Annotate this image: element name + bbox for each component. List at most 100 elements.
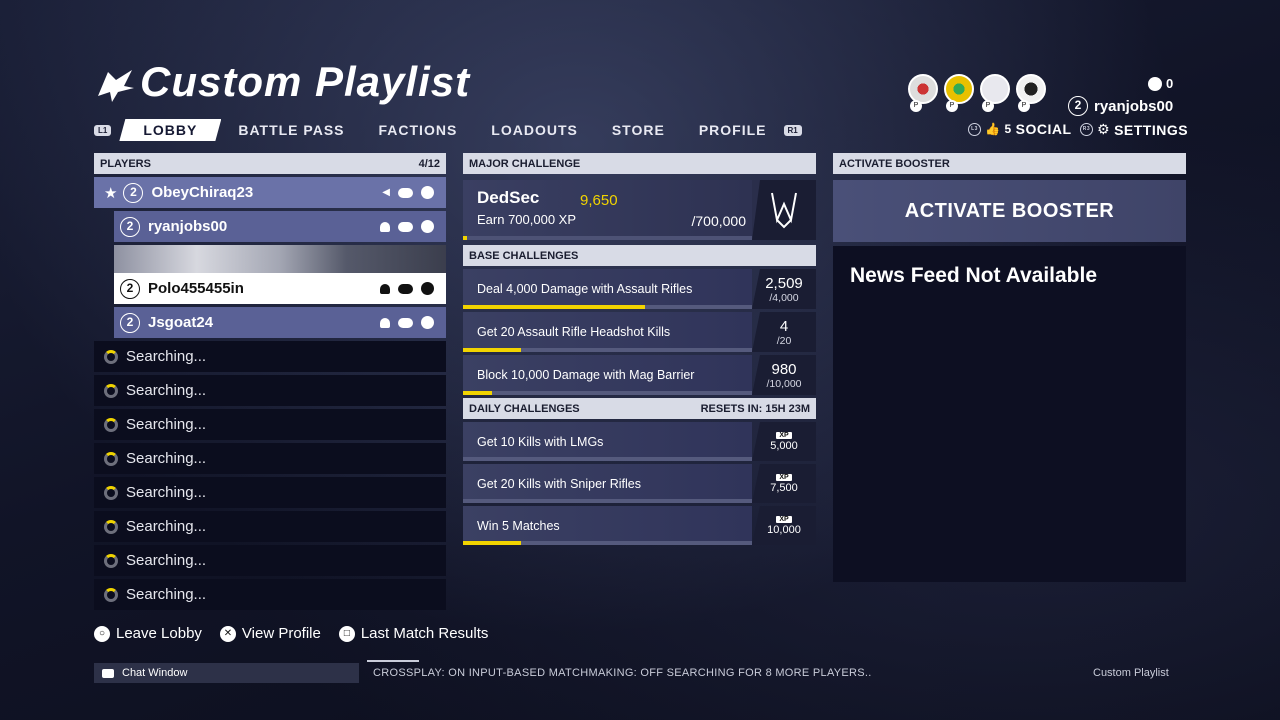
challenge-current: 4 xyxy=(779,317,789,335)
player-level-badge: 2 xyxy=(120,278,140,299)
player-row-selected[interactable]: 2 Polo455455in xyxy=(114,273,446,304)
searching-slot: Searching... xyxy=(94,375,446,406)
player-level-badge: 2 xyxy=(120,216,140,237)
player-level-badge: 2 xyxy=(123,182,144,203)
loading-spinner-icon xyxy=(104,383,118,398)
searching-label: Searching... xyxy=(126,348,207,365)
searching-label: Searching... xyxy=(126,450,207,467)
tab-lobby[interactable]: LOBBY xyxy=(119,119,221,141)
searching-slot: Searching... xyxy=(94,545,446,576)
playstation-icon xyxy=(421,282,434,295)
social-label: SOCIAL xyxy=(1015,121,1072,137)
user-level-badge: 2 xyxy=(1068,96,1088,116)
social-count: 5 xyxy=(1004,122,1012,136)
playstation-icon: P xyxy=(910,100,922,112)
tab-battle-pass[interactable]: BATTLE PASS xyxy=(221,119,361,141)
loading-spinner-icon xyxy=(104,587,118,602)
players-header: PLAYERS 4/12 xyxy=(94,153,446,174)
base-challenges-header: BASE CHALLENGES xyxy=(463,245,816,266)
loading-spinner-icon xyxy=(104,485,118,500)
challenge-label: Get 10 Kills with LMGs xyxy=(477,434,604,449)
challenge-progress-bar xyxy=(463,541,752,545)
playstation-icon xyxy=(421,220,434,233)
matchmaking-status: CROSSPLAY: ON INPUT-BASED MATCHMAKING: O… xyxy=(373,667,872,679)
game-mode-label: Custom Playlist xyxy=(1093,667,1169,679)
tab-profile[interactable]: PROFILE xyxy=(682,119,784,141)
playstation-icon xyxy=(421,186,434,199)
challenge-label: Get 20 Assault Rifle Headshot Kills xyxy=(477,325,671,339)
view-profile-button[interactable]: ✕ View Profile xyxy=(219,625,321,642)
friend-avatar[interactable]: P xyxy=(980,74,1010,112)
booster-header-label: ACTIVATE BOOSTER xyxy=(839,157,950,170)
xp-icon: XP xyxy=(776,431,792,439)
square-button-icon: □ xyxy=(338,625,355,642)
player-row[interactable]: 2 Jsgoat24 xyxy=(114,307,446,338)
challenge-current: 980 xyxy=(771,360,797,378)
game-logo-icon xyxy=(98,70,134,102)
main-nav: L1 LOBBY BATTLE PASS FACTIONS LOADOUTS S… xyxy=(94,118,810,142)
base-challenge-row[interactable]: Deal 4,000 Damage with Assault Rifles 2,… xyxy=(463,269,816,309)
progress-fill xyxy=(463,348,521,352)
searching-slot: Searching... xyxy=(94,409,446,440)
major-challenge-points: 9,650 xyxy=(580,192,618,209)
loading-spinner-icon xyxy=(104,553,118,568)
playstation-icon: P xyxy=(982,100,994,112)
progress-fill xyxy=(463,236,468,240)
leave-lobby-label: Leave Lobby xyxy=(116,625,202,642)
controller-icon xyxy=(398,317,413,328)
chat-window[interactable]: Chat Window xyxy=(94,663,359,683)
friend-avatar[interactable]: P xyxy=(908,74,938,112)
social-button[interactable]: L3 👍 5 SOCIAL xyxy=(968,121,1072,137)
searching-label: Searching... xyxy=(126,484,207,501)
daily-challenges-header-label: DAILY CHALLENGES xyxy=(469,402,580,415)
controller-icon xyxy=(398,283,413,294)
news-feed: News Feed Not Available xyxy=(833,246,1186,582)
player-name: ryanjobs00 xyxy=(148,218,228,235)
settings-button[interactable]: R3 ⚙ SETTINGS xyxy=(1080,121,1188,138)
searching-slot: Searching... xyxy=(94,511,446,542)
speaker-icon: ◀ xyxy=(382,187,390,198)
searching-label: Searching... xyxy=(126,586,207,603)
dedsec-logo-icon xyxy=(771,192,797,229)
message-count: 0 xyxy=(1166,76,1174,91)
friend-avatar[interactable]: P xyxy=(1016,74,1046,112)
gear-icon: ⚙ xyxy=(1097,121,1111,137)
player-row-host[interactable]: ★ 2 ObeyChiraq23 ◀ xyxy=(94,177,446,208)
party-member-icon xyxy=(380,283,390,294)
status-divider xyxy=(367,660,419,662)
last-match-results-button[interactable]: □ Last Match Results xyxy=(338,625,489,642)
progress-fill xyxy=(463,541,521,545)
challenge-max: /4,000 xyxy=(769,291,799,304)
major-challenge-card[interactable]: DedSec 9,650 Earn 700,000 XP /700,000 xyxy=(463,180,816,240)
r1-button-hint: R1 xyxy=(783,124,802,136)
challenge-xp-reward: 7,500 xyxy=(770,481,798,494)
tab-loadouts[interactable]: LOADOUTS xyxy=(474,119,595,141)
friend-avatar[interactable]: P xyxy=(944,74,974,112)
leave-lobby-button[interactable]: ○ Leave Lobby xyxy=(94,625,202,642)
party-member-icon xyxy=(380,221,390,232)
challenge-progress-bar xyxy=(463,348,752,352)
view-profile-label: View Profile xyxy=(241,625,321,642)
message-indicator[interactable]: 0 xyxy=(1148,76,1173,91)
daily-challenge-row[interactable]: Get 20 Kills with Sniper Rifles XP 7,500 xyxy=(463,464,816,503)
last-match-results-label: Last Match Results xyxy=(360,625,489,642)
tab-factions[interactable]: FACTIONS xyxy=(362,119,475,141)
activate-booster-button[interactable]: ACTIVATE BOOSTER xyxy=(833,180,1186,242)
player-row[interactable]: 2 ryanjobs00 xyxy=(114,211,446,242)
challenge-label: Deal 4,000 Damage with Assault Rifles xyxy=(477,282,693,296)
players-count: 4/12 xyxy=(418,157,440,170)
chat-window-label: Chat Window xyxy=(122,667,188,679)
players-header-label: PLAYERS xyxy=(100,157,151,170)
l1-button-hint: L1 xyxy=(94,124,112,136)
base-challenge-row[interactable]: Get 20 Assault Rifle Headshot Kills 4/20 xyxy=(463,312,816,352)
faction-logo xyxy=(752,180,816,240)
challenge-label: Win 5 Matches xyxy=(477,518,560,533)
major-challenge-goal: /700,000 xyxy=(691,213,747,229)
tab-store[interactable]: STORE xyxy=(595,119,682,141)
challenge-progress-bar xyxy=(463,391,752,395)
footer-actions: ○ Leave Lobby ✕ View Profile □ Last Match R… xyxy=(94,625,488,642)
daily-challenge-row[interactable]: Get 10 Kills with LMGs XP 5,000 xyxy=(463,422,816,461)
base-challenge-row[interactable]: Block 10,000 Damage with Mag Barrier 980… xyxy=(463,355,816,395)
daily-challenge-row[interactable]: Win 5 Matches XP 10,000 xyxy=(463,506,816,545)
challenge-max: /10,000 xyxy=(766,377,802,390)
